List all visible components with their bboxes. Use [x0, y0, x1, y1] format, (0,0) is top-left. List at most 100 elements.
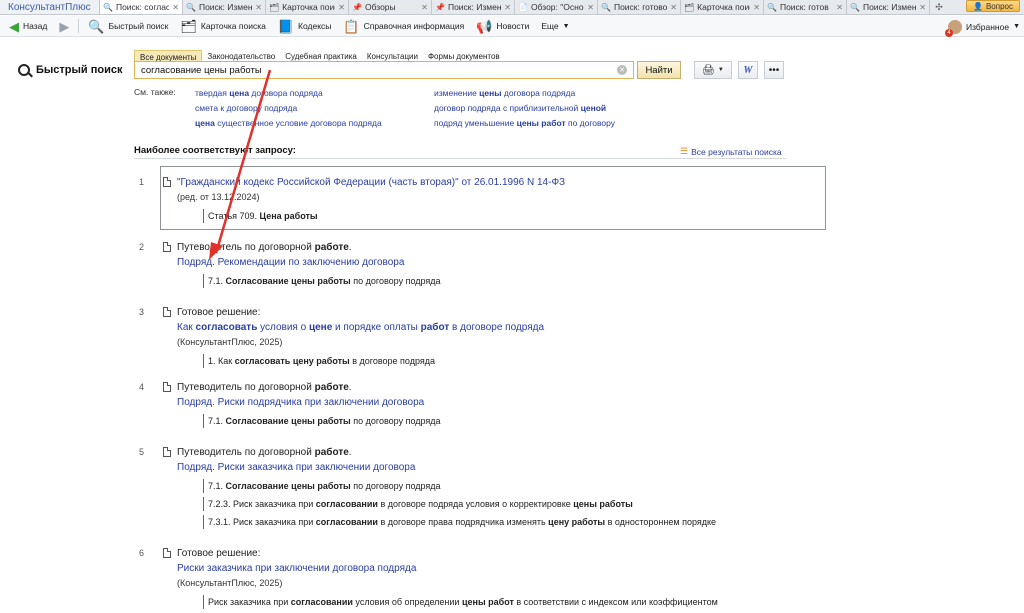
result-title-link[interactable]: Риски заказчика при заключении договора …	[177, 561, 718, 576]
more-button[interactable]: Еще ▼	[536, 17, 574, 35]
text-run: Готовое решение:	[177, 548, 261, 559]
app-brand[interactable]: КонсультантПлюс	[0, 0, 100, 14]
close-icon[interactable]: ✕	[421, 3, 428, 12]
result-title-link[interactable]: Подряд. Риски заказчика при заключении д…	[177, 460, 716, 475]
result-fragment[interactable]: 7.3.1. Риск заказчика при согласовании в…	[203, 515, 716, 529]
search-icon: 🔍	[88, 18, 105, 34]
close-icon[interactable]: ✕	[836, 3, 843, 12]
result-title-link[interactable]: Подряд. Рекомендации по заключению догов…	[177, 255, 441, 270]
search-icon	[18, 64, 30, 76]
text-run: условия об определении	[352, 597, 462, 607]
text-run: Путеводитель по договорной	[177, 447, 315, 458]
more-options-button[interactable]: •••	[764, 61, 784, 79]
notification-badge: 4	[944, 28, 953, 37]
tab-3[interactable]: 🗂Карточка поиск✕	[266, 0, 349, 14]
text-run: в одностороннем порядке	[605, 517, 717, 527]
see-also-link[interactable]: цена существенное условие договора подря…	[195, 116, 382, 131]
close-icon[interactable]: ✕	[587, 3, 594, 12]
tab-10[interactable]: 🔍 Поиск: Измен ✕	[847, 0, 930, 14]
print-button[interactable]: 🖨 ▼	[694, 61, 732, 79]
tab-label: Карточка поис	[697, 2, 751, 12]
search-field[interactable]: ✕	[134, 61, 634, 79]
close-icon[interactable]: ✕	[919, 3, 926, 12]
forward-button[interactable]: ▶	[54, 17, 74, 35]
text-run: договора подряда	[501, 88, 576, 98]
result-body: Путеводитель по договорной работе. Подряд…	[177, 445, 716, 529]
search-input[interactable]	[141, 64, 617, 76]
codes-button[interactable]: 📘 Кодексы	[273, 17, 337, 35]
tab-6[interactable]: 📄 Обзор: "Осно ✕	[515, 0, 598, 14]
result-fragment[interactable]: Риск заказчика при согласовании условия …	[203, 595, 718, 609]
close-icon[interactable]: ✕	[172, 3, 179, 12]
favorites-button[interactable]: 4 Избранное ▼	[944, 16, 1020, 37]
result-title-link[interactable]: Как согласовать условия о цене и порядке…	[177, 320, 544, 335]
result-fragment[interactable]: Статья 709. Цена работы	[203, 209, 565, 223]
text-run: изменение	[434, 88, 480, 98]
text-run: 7.3.1. Риск заказчика при	[208, 517, 316, 527]
see-also-link[interactable]: договор подряда с приблизительной ценой	[434, 101, 615, 116]
news-button[interactable]: 📢 Новости	[471, 17, 534, 35]
text-run: 7.1.	[208, 416, 226, 426]
close-icon[interactable]: ✕	[753, 3, 760, 12]
text-run: согласовании	[290, 597, 353, 607]
text-run: в договоре подряда	[349, 356, 436, 366]
text-run: согласовать	[195, 322, 258, 333]
question-button[interactable]: 👤 Вопрос	[966, 0, 1020, 12]
back-button[interactable]: ◀ Назад	[4, 17, 52, 35]
see-also-right: изменение цены договора подряда договор п…	[434, 86, 615, 131]
tab-label: Поиск: Измен	[862, 2, 917, 12]
close-icon[interactable]: ✕	[670, 3, 677, 12]
see-also-link[interactable]: твердая цена договора подряда	[195, 86, 382, 101]
result-type: Путеводитель по договорной работе.	[177, 380, 441, 395]
quick-search-button[interactable]: 🔍 Быстрый поиск	[83, 17, 173, 35]
reference-icon: 📋	[343, 18, 360, 34]
tab-7[interactable]: 🔍 Поиск: готово ✕	[598, 0, 681, 14]
text-run: Риски заказчика при заключении договора …	[177, 563, 417, 574]
result-body: Путеводитель по договорной работе. Подряд…	[177, 380, 441, 428]
result-fragment[interactable]: 7.1. Согласование цены работы по договор…	[203, 274, 441, 288]
search-icon: 🔍	[601, 2, 611, 12]
result-body: "Гражданский кодекс Российской Федерации…	[177, 175, 565, 223]
tab-label: Обзор: "Осно	[530, 2, 584, 12]
result-fragment[interactable]: 1. Как согласовать цену работы в договор…	[203, 354, 544, 368]
chevron-down-icon: ▼	[562, 22, 570, 30]
result-type: Готовое решение:	[177, 305, 544, 320]
search-card-button[interactable]: 🗂 Карточка поиска	[175, 17, 270, 35]
document-icon	[163, 307, 171, 317]
text-run: цену работы	[548, 517, 606, 527]
close-icon[interactable]: ✕	[504, 3, 511, 12]
text-run: согласовании	[315, 517, 378, 527]
text-run: Согласование цены работы	[225, 481, 351, 491]
printer-icon: 🖨	[702, 64, 715, 76]
see-also-link[interactable]: изменение цены договора подряда	[434, 86, 615, 101]
text-run: подряд уменьшение	[434, 118, 517, 128]
tab-4[interactable]: 📌 Обзоры ✕	[349, 0, 432, 14]
result-fragment[interactable]: 7.2.3. Риск заказчика при согласовании в…	[203, 497, 716, 511]
clear-icon[interactable]: ✕	[617, 65, 627, 75]
find-button[interactable]: Найти	[637, 61, 681, 79]
close-icon[interactable]: ✕	[255, 3, 262, 12]
text-run: по договору	[565, 118, 616, 128]
all-results-link[interactable]: ☰ Все результаты поиска	[680, 146, 782, 157]
tab-1[interactable]: 🔍Поиск: согласова✕	[100, 0, 183, 14]
ellipsis-icon: •••	[768, 64, 780, 76]
word-export-button[interactable]: W	[738, 61, 758, 79]
tab-9[interactable]: 🔍 Поиск: готов ✕	[764, 0, 847, 14]
result-title-link[interactable]: Подряд. Риски подрядчика при заключении …	[177, 395, 441, 410]
result-number: 1	[139, 177, 145, 187]
result-fragment[interactable]: 7.1. Согласование цены работы по договор…	[203, 414, 441, 428]
tab-2[interactable]: 🔍Поиск: Изменени✕	[183, 0, 266, 14]
see-also-link[interactable]: подряд уменьшение цены работ по договору	[434, 116, 615, 131]
see-also-link[interactable]: смета к договору подряда	[195, 101, 382, 116]
text-run: Как	[177, 322, 196, 333]
reference-button[interactable]: 📋 Справочная информация	[338, 17, 469, 35]
result-fragment[interactable]: 7.1. Согласование цены работы по договор…	[203, 479, 716, 493]
result-meta: (ред. от 13.12.2024)	[177, 192, 260, 202]
tab-5[interactable]: 📌 Поиск: Измене ✕	[432, 0, 515, 14]
new-tab-icon[interactable]: ✣	[930, 0, 948, 14]
result-title-link[interactable]: "Гражданский кодекс Российской Федерации…	[177, 175, 565, 190]
result-number: 6	[139, 548, 145, 558]
tab-8[interactable]: 🗂 Карточка поис ✕	[681, 0, 764, 14]
close-icon[interactable]: ✕	[338, 3, 345, 12]
tab-list: 🔍Поиск: согласова✕🔍Поиск: Изменени✕🗂Карт…	[100, 0, 930, 14]
